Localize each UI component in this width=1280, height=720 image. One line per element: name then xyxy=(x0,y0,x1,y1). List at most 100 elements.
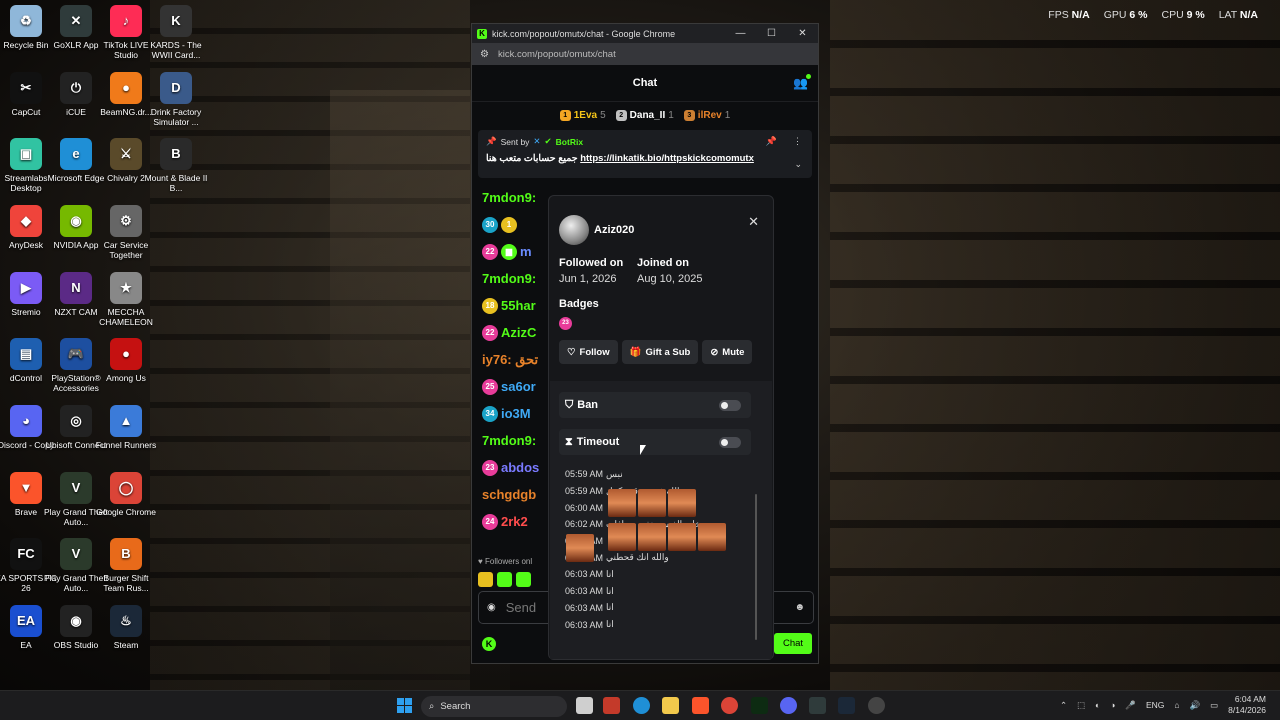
followers-only-note: ♥ Followers onl xyxy=(478,557,533,566)
desktop-icon-label: Mount & Blade II B... xyxy=(144,173,208,193)
ban-toggle[interactable] xyxy=(719,400,741,411)
tray-app-icon[interactable]: ◐ xyxy=(1095,700,1100,710)
emoji-icon[interactable]: ☻ xyxy=(794,602,805,613)
language-indicator[interactable]: ENG xyxy=(1146,700,1164,710)
ban-row[interactable]: ⛉ Ban xyxy=(559,392,751,418)
desktop-icon[interactable]: K KARDS - The WWII Card... xyxy=(143,5,209,60)
chat-username[interactable]: AzizC xyxy=(501,325,536,340)
leaderboard-count: 1 xyxy=(724,109,731,121)
desktop-icon[interactable]: ▲ Funnel Runners xyxy=(93,405,159,450)
more-options-icon[interactable]: ⋮ xyxy=(793,136,802,147)
chevron-up-icon[interactable]: ⌃ xyxy=(1060,700,1067,711)
app-icon: ◉ xyxy=(60,205,92,237)
app-icon: V xyxy=(60,538,92,570)
site-settings-icon[interactable]: ⚙ xyxy=(480,49,489,60)
desktop-icon[interactable]: B Burger Shift Team Rus... xyxy=(93,538,159,593)
app-icon[interactable] xyxy=(603,697,620,714)
follow-button[interactable]: ♡ Follow xyxy=(559,340,618,364)
username[interactable]: Aziz020 xyxy=(594,224,634,236)
pinned-link[interactable]: https://linkatik.bio/httpskickcomomutx xyxy=(580,153,754,164)
send-chat-button[interactable]: Chat xyxy=(774,633,812,654)
chat-username[interactable]: 7mdon9: xyxy=(482,190,536,205)
history-text: انا xyxy=(606,602,614,613)
leaderboard-entry[interactable]: 2 Dana_II 1 xyxy=(615,109,674,121)
kick-icon[interactable] xyxy=(751,697,768,714)
close-icon[interactable]: ✕ xyxy=(748,214,759,230)
desktop-icon[interactable]: ♨ Steam xyxy=(93,605,159,650)
leaderboard-entry[interactable]: 3 ilRev 1 xyxy=(683,109,731,121)
gift-sub-button[interactable]: 🎁 Gift a Sub xyxy=(621,340,699,364)
file-explorer-icon[interactable] xyxy=(662,697,679,714)
chrome-icon[interactable] xyxy=(721,697,738,714)
sent-by-label: Sent by xyxy=(500,136,530,147)
timeout-toggle[interactable] xyxy=(719,437,741,448)
emote-button[interactable] xyxy=(497,572,512,587)
edge-icon[interactable] xyxy=(633,697,650,714)
unpin-icon[interactable]: 📌 xyxy=(766,136,777,147)
emote-button[interactable] xyxy=(516,572,531,587)
desktop-icon[interactable]: D Drink Factory Simulator ... xyxy=(143,72,209,127)
tray-app-icon[interactable]: ◑ xyxy=(1110,700,1115,710)
history-time: 05:59 AM xyxy=(565,469,604,480)
chat-username[interactable]: abdos xyxy=(501,460,539,475)
users-icon[interactable]: 👥 xyxy=(793,74,811,90)
task-view-icon[interactable] xyxy=(576,697,593,714)
app-icon: ♨ xyxy=(110,605,142,637)
battery-icon[interactable]: ▭ xyxy=(1210,700,1218,711)
history-time: 06:03 AM xyxy=(565,619,604,630)
chat-username[interactable]: 2rk2 xyxy=(501,514,528,529)
tray-app-icon[interactable]: ⬚ xyxy=(1077,700,1085,711)
desktop-icon[interactable]: ★ MECCHA CHAMELEON xyxy=(93,272,159,327)
app-icon: EA xyxy=(10,605,42,637)
taskbar-search[interactable]: ⌕ Search xyxy=(421,696,567,717)
chat-username[interactable]: io3M xyxy=(501,406,531,421)
kick-logo-icon[interactable]: K xyxy=(482,637,496,651)
gift-leaderboard: 1 1Eva 5 2 Dana_II 1 3 ilRev 1 xyxy=(472,102,818,128)
chat-username[interactable]: 55har xyxy=(501,298,536,313)
mute-button[interactable]: ⊘ Mute xyxy=(702,340,753,364)
start-button[interactable] xyxy=(397,698,412,713)
rank-badge: 3 xyxy=(683,109,695,121)
volume-icon[interactable]: 🔊 xyxy=(1190,700,1201,711)
emote-button[interactable] xyxy=(478,572,493,587)
goxlr-icon[interactable] xyxy=(809,697,826,714)
history-text: انا xyxy=(606,585,614,596)
app-icon: ⏻ xyxy=(60,72,92,104)
chat-username[interactable]: schgdgb xyxy=(482,487,536,502)
discord-icon[interactable] xyxy=(780,697,797,714)
app-icon: D xyxy=(160,72,192,104)
app-icon[interactable] xyxy=(868,697,885,714)
chat-input-placeholder: Send xyxy=(505,600,537,615)
steam-icon[interactable] xyxy=(838,697,855,714)
clock[interactable]: 6:04 AM 8/14/2026 xyxy=(1228,694,1266,716)
timeout-row[interactable]: ⧗ Timeout xyxy=(559,429,751,455)
desktop-icon[interactable]: ● Among Us xyxy=(93,338,159,383)
leaderboard-entry[interactable]: 1 1Eva 5 xyxy=(559,109,606,121)
brave-icon[interactable] xyxy=(692,697,709,714)
maximize-button[interactable]: ☐ xyxy=(756,28,787,39)
chat-username[interactable]: m xyxy=(520,244,532,259)
network-icon[interactable]: ⌂ xyxy=(1174,700,1179,710)
scrollbar[interactable] xyxy=(755,494,757,640)
chat-username[interactable]: iy76: تحق xyxy=(482,352,538,368)
leaderboard-count: 1 xyxy=(668,109,674,121)
history-time: 06:03 AM xyxy=(565,602,604,613)
app-icon: N xyxy=(60,272,92,304)
chevron-down-icon[interactable]: ⌄ xyxy=(794,159,802,170)
shield-icon: ⛉ xyxy=(565,398,574,411)
chat-username[interactable]: sa6or xyxy=(501,379,536,394)
minimize-button[interactable]: — xyxy=(725,28,756,39)
close-window-button[interactable]: ✕ xyxy=(787,28,818,39)
desktop-icon[interactable]: B Mount & Blade II B... xyxy=(143,138,209,193)
app-icon: ◕ xyxy=(10,405,42,437)
url-text[interactable]: kick.com/popout/omutx/chat xyxy=(498,49,616,60)
emote-image xyxy=(608,489,636,517)
desktop-icon[interactable]: ◯ Google Chrome xyxy=(93,472,159,517)
chat-username[interactable]: 7mdon9: xyxy=(482,271,536,286)
address-bar[interactable]: ⚙ kick.com/popout/omutx/chat xyxy=(472,43,818,65)
app-icon: B xyxy=(110,538,142,570)
desktop-icon[interactable]: ⚙ Car Service Together xyxy=(93,205,159,260)
pinned-author[interactable]: BotRix xyxy=(556,137,583,147)
microphone-icon[interactable]: 🎤 xyxy=(1125,700,1136,711)
chat-username[interactable]: 7mdon9: xyxy=(482,433,536,448)
